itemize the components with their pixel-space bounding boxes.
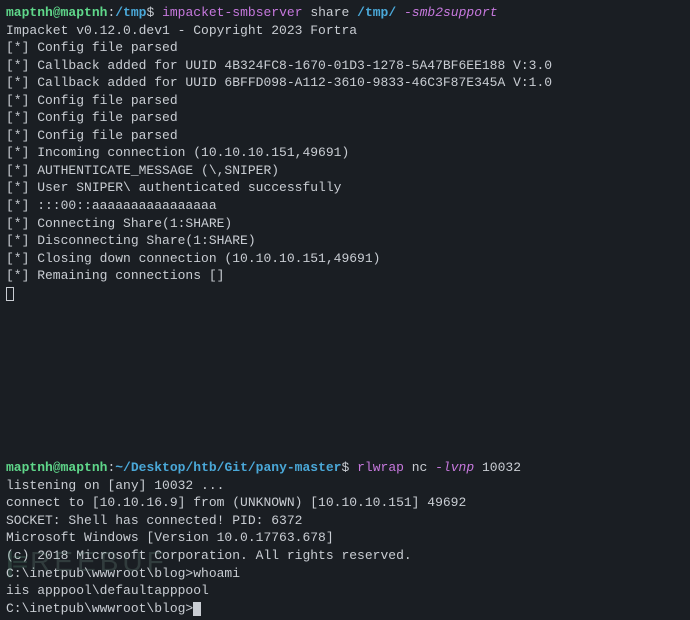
output-line: [*] Callback added for UUID 4B324FC8-167… bbox=[6, 57, 684, 75]
output-line: [*] Incoming connection (10.10.10.151,49… bbox=[6, 144, 684, 162]
prompt-path: ~/Desktop/htb/Git/pany-master bbox=[115, 460, 341, 475]
prompt-at: @ bbox=[53, 5, 61, 20]
prompt-user: maptnh bbox=[6, 460, 53, 475]
terminal-pane-2[interactable]: maptnh@maptnh:~/Desktop/htb/Git/pany-mas… bbox=[0, 456, 690, 620]
prompt-user: maptnh bbox=[6, 5, 53, 20]
command-rlwrap: rlwrap bbox=[357, 460, 404, 475]
output-line: [*] Config file parsed bbox=[6, 92, 684, 110]
output-line: [*] Config file parsed bbox=[6, 127, 684, 145]
output-line: [*] Config file parsed bbox=[6, 109, 684, 127]
output-line: [*] :::00::aaaaaaaaaaaaaaaa bbox=[6, 197, 684, 215]
output-line: C:\inetpub\wwwroot\blog>whoami bbox=[6, 565, 684, 583]
command-exe: impacket-smbserver bbox=[162, 5, 302, 20]
output-line: [*] Callback added for UUID 6BFFD098-A11… bbox=[6, 74, 684, 92]
output-line: Microsoft Windows [Version 10.0.17763.67… bbox=[6, 529, 684, 547]
output-line: [*] Config file parsed bbox=[6, 39, 684, 57]
output-line: [*] Remaining connections [] bbox=[6, 267, 684, 285]
command-nc: nc bbox=[412, 460, 428, 475]
terminal-pane-1[interactable]: maptnh@maptnh:/tmp$ impacket-smbserver s… bbox=[0, 0, 690, 306]
command-arg2: /tmp/ bbox=[357, 5, 396, 20]
output-line: [*] Closing down connection (10.10.10.15… bbox=[6, 250, 684, 268]
output-line: [*] AUTHENTICATE_MESSAGE (\,SNIPER) bbox=[6, 162, 684, 180]
prompt-host: maptnh bbox=[61, 5, 108, 20]
prompt-path: /tmp bbox=[115, 5, 146, 20]
command-flags: -lvnp bbox=[435, 460, 474, 475]
prompt-line-2: maptnh@maptnh:~/Desktop/htb/Git/pany-mas… bbox=[6, 459, 684, 477]
output-line: [*] User SNIPER\ authenticated successfu… bbox=[6, 179, 684, 197]
active-prompt-line[interactable]: C:\inetpub\wwwroot\blog> bbox=[6, 600, 684, 618]
output-line: [*] Connecting Share(1:SHARE) bbox=[6, 215, 684, 233]
cursor-icon bbox=[193, 602, 201, 616]
prompt-host: maptnh bbox=[61, 460, 108, 475]
output-line: iis apppool\defaultapppool bbox=[6, 582, 684, 600]
prompt-symbol: $ bbox=[342, 460, 358, 475]
cursor-line bbox=[6, 285, 684, 303]
cursor-icon bbox=[6, 287, 14, 301]
output-line: listening on [any] 10032 ... bbox=[6, 477, 684, 495]
output-line: SOCKET: Shell has connected! PID: 6372 bbox=[6, 512, 684, 530]
output-line: [*] Disconnecting Share(1:SHARE) bbox=[6, 232, 684, 250]
prompt-symbol: $ bbox=[146, 5, 162, 20]
prompt-at: @ bbox=[53, 460, 61, 475]
command-port: 10032 bbox=[482, 460, 521, 475]
output-line: (c) 2018 Microsoft Corporation. All righ… bbox=[6, 547, 684, 565]
output-line: Impacket v0.12.0.dev1 - Copyright 2023 F… bbox=[6, 22, 684, 40]
output-line: connect to [10.10.16.9] from (UNKNOWN) [… bbox=[6, 494, 684, 512]
command-option: -smb2support bbox=[404, 5, 498, 20]
prompt-line-1: maptnh@maptnh:/tmp$ impacket-smbserver s… bbox=[6, 4, 684, 22]
